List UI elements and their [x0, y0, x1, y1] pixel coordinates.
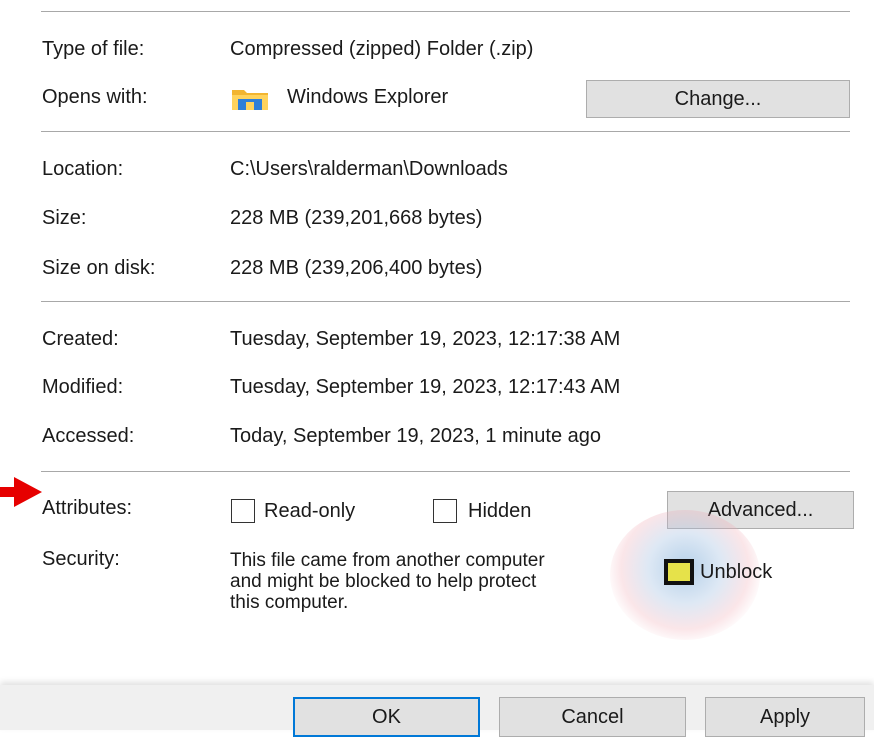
type-of-file-value: Compressed (zipped) Folder (.zip) — [230, 38, 534, 60]
separator — [41, 301, 850, 302]
red-arrow-icon — [0, 477, 42, 507]
hidden-label[interactable]: Hidden — [468, 499, 531, 523]
attributes-label: Attributes: — [42, 497, 133, 519]
accessed-value: Today, September 19, 2023, 1 minute ago — [230, 425, 601, 447]
separator — [41, 471, 850, 472]
size-on-disk-value: 228 MB (239,206,400 bytes) — [230, 257, 483, 279]
security-label: Security: — [42, 548, 120, 570]
modified-label: Modified: — [42, 376, 124, 398]
read-only-checkbox[interactable] — [231, 499, 255, 523]
ok-button[interactable]: OK — [293, 697, 480, 737]
unblock-label[interactable]: Unblock — [700, 560, 772, 584]
type-of-file-label: Type of file: — [42, 38, 145, 60]
opens-with-label: Opens with: — [42, 86, 148, 108]
properties-panel: Type of file: Compressed (zipped) Folder… — [0, 0, 874, 685]
size-on-disk-label: Size on disk: — [42, 257, 156, 279]
location-value: C:\Users\ralderman\Downloads — [230, 158, 508, 180]
apply-button[interactable]: Apply — [705, 697, 865, 737]
cancel-button[interactable]: Cancel — [499, 697, 686, 737]
size-value: 228 MB (239,201,668 bytes) — [230, 207, 483, 229]
read-only-label[interactable]: Read-only — [264, 499, 355, 523]
hidden-checkbox[interactable] — [433, 499, 457, 523]
opens-with-value: Windows Explorer — [287, 86, 449, 108]
modified-value: Tuesday, September 19, 2023, 12:17:43 AM — [230, 376, 621, 398]
created-label: Created: — [42, 328, 119, 350]
location-label: Location: — [42, 158, 124, 180]
separator — [41, 11, 850, 12]
accessed-label: Accessed: — [42, 425, 135, 447]
created-value: Tuesday, September 19, 2023, 12:17:38 AM — [230, 328, 621, 350]
unblock-checkbox[interactable] — [664, 559, 694, 585]
windows-explorer-folder-icon — [232, 90, 268, 110]
separator — [41, 131, 850, 132]
dialog-button-bar: OK Cancel Apply — [0, 685, 874, 737]
change-button[interactable]: Change... — [586, 80, 850, 118]
security-message: This file came from another computer and… — [230, 550, 545, 613]
size-label: Size: — [42, 207, 87, 229]
